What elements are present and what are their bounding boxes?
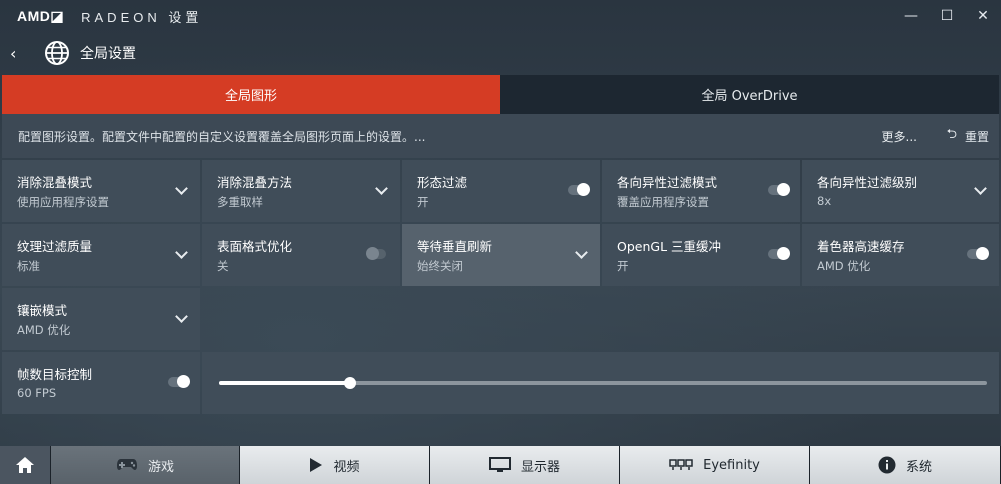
window-controls: — ☐ ✕ — [893, 0, 1001, 32]
setting-label: 消除混叠方法 — [217, 175, 293, 190]
nav-system[interactable]: 系统 — [809, 446, 1000, 484]
gamepad-icon — [116, 458, 138, 472]
setting-value: 8x — [817, 194, 832, 208]
reset-icon: ⮌ — [946, 127, 957, 142]
setting-tessellation-mode[interactable]: 镶嵌模式 AMD 优化 — [2, 288, 200, 350]
nav-label: 显示器 — [520, 459, 560, 475]
toggle-switch[interactable] — [768, 247, 790, 260]
toggle-knob — [777, 183, 790, 196]
nav-eyefinity[interactable]: Eyefinity — [619, 446, 809, 484]
setting-value: 开 — [617, 259, 629, 273]
setting-value: AMD 优化 — [817, 259, 871, 273]
setting-opengl-triple-buffering: OpenGL 三重缓冲 开 — [602, 224, 800, 286]
setting-label: 形态过滤 — [417, 175, 468, 190]
setting-value: 使用应用程序设置 — [17, 195, 109, 209]
toggle-switch[interactable] — [168, 375, 190, 388]
chevron-down-icon — [175, 246, 188, 259]
slider-thumb[interactable] — [343, 377, 356, 389]
tab-global-overdrive[interactable]: 全局 OverDrive — [500, 75, 999, 114]
setting-texture-filtering[interactable]: 纹理过滤质量 标准 — [2, 224, 200, 286]
toggle-knob — [366, 247, 379, 260]
chevron-down-icon — [575, 246, 588, 259]
tab-bar: 全局图形 全局 OverDrive — [2, 75, 999, 114]
setting-label: 纹理过滤质量 — [17, 239, 93, 254]
back-button[interactable]: ‹ — [10, 44, 30, 63]
setting-label: 帧数目标控制 — [17, 367, 93, 382]
home-button[interactable] — [0, 446, 50, 484]
toggle-knob — [976, 247, 989, 260]
setting-antialiasing-mode[interactable]: 消除混叠模式 使用应用程序设置 — [2, 160, 200, 222]
setting-morphological-filtering: 形态过滤 开 — [402, 160, 600, 222]
nav-display[interactable]: 显示器 — [429, 446, 619, 484]
minimize-button[interactable]: — — [893, 0, 929, 32]
chevron-down-icon — [175, 182, 188, 195]
setting-value: 关 — [217, 259, 229, 273]
eyefinity-icon — [669, 459, 693, 471]
page-title: 全局设置 — [80, 46, 136, 62]
setting-value: 60 FPS — [17, 386, 57, 400]
amd-logo: AMD◪ — [17, 7, 65, 24]
setting-anisotropic-level[interactable]: 各向异性过滤级别 8x — [802, 160, 999, 222]
setting-shader-cache: 着色器高速缓存 AMD 优化 — [802, 224, 999, 286]
setting-value: 覆盖应用程序设置 — [617, 195, 709, 209]
monitor-icon — [488, 457, 511, 473]
toggle-switch[interactable] — [768, 183, 790, 196]
nav-label: 视频 — [333, 459, 360, 475]
slider-fill — [219, 381, 350, 385]
reset-label: 重置 — [964, 129, 989, 144]
setting-surface-format: 表面格式优化 关 — [202, 224, 400, 286]
setting-antialiasing-method[interactable]: 消除混叠方法 多重取样 — [202, 160, 400, 222]
play-icon — [309, 458, 323, 472]
tab-global-graphics[interactable]: 全局图形 — [2, 75, 500, 114]
more-link[interactable]: 更多... — [882, 128, 917, 145]
info-bar: 配置图形设置。配置文件中配置的自定义设置覆盖全局图形页面上的设置。... 更多.… — [2, 114, 999, 158]
bottom-nav: 游戏 视频 显示器 Eyefinity 系统 — [0, 446, 1001, 484]
setting-value: 多重取样 — [217, 195, 263, 209]
setting-label: OpenGL 三重缓冲 — [617, 239, 722, 254]
setting-label: 表面格式优化 — [217, 239, 293, 254]
reset-button[interactable]: ⮌ 重置 — [947, 125, 989, 147]
toggle-switch[interactable] — [967, 247, 989, 260]
chevron-down-icon — [974, 182, 987, 195]
chevron-down-icon — [175, 310, 188, 323]
frame-rate-slider[interactable] — [219, 377, 987, 389]
setting-label: 各向异性过滤模式 — [617, 175, 718, 190]
setting-value: 始终关闭 — [417, 259, 463, 273]
setting-value: 开 — [417, 195, 429, 209]
frame-rate-slider-panel — [202, 352, 999, 414]
globe-icon — [45, 41, 69, 65]
setting-label: 等待垂直刷新 — [417, 239, 493, 254]
close-button[interactable]: ✕ — [965, 0, 1001, 32]
toggle-switch[interactable] — [366, 247, 386, 260]
setting-label: 各向异性过滤级别 — [817, 175, 918, 190]
toggle-knob — [777, 247, 790, 260]
nav-label: Eyefinity — [703, 457, 760, 473]
chevron-down-icon — [375, 182, 388, 195]
setting-vsync[interactable]: 等待垂直刷新 始终关闭 — [402, 224, 600, 286]
nav-label: 系统 — [905, 459, 932, 475]
setting-label: 着色器高速缓存 — [817, 239, 905, 254]
toggle-knob — [577, 183, 590, 196]
info-icon — [878, 456, 896, 474]
app-title: RADEON 设置 — [81, 9, 203, 25]
toggle-knob — [177, 375, 190, 388]
setting-frame-rate-target: 帧数目标控制 60 FPS — [2, 352, 200, 414]
maximize-button[interactable]: ☐ — [929, 0, 965, 32]
nav-label: 游戏 — [147, 459, 174, 475]
nav-video[interactable]: 视频 — [239, 446, 429, 484]
setting-value: 标准 — [17, 259, 40, 273]
info-text: 配置图形设置。配置文件中配置的自定义设置覆盖全局图形页面上的设置。... — [18, 129, 426, 144]
setting-label: 镶嵌模式 — [17, 303, 68, 318]
home-icon — [16, 457, 34, 473]
page-header: ‹ 全局设置 — [0, 32, 1001, 74]
setting-label: 消除混叠模式 — [17, 175, 93, 190]
nav-games[interactable]: 游戏 — [50, 446, 239, 484]
toggle-switch[interactable] — [568, 183, 590, 196]
title-bar: AMD◪ RADEON 设置 — ☐ ✕ — [0, 0, 1001, 32]
setting-value: AMD 优化 — [17, 323, 71, 337]
setting-anisotropic-mode: 各向异性过滤模式 覆盖应用程序设置 — [602, 160, 800, 222]
